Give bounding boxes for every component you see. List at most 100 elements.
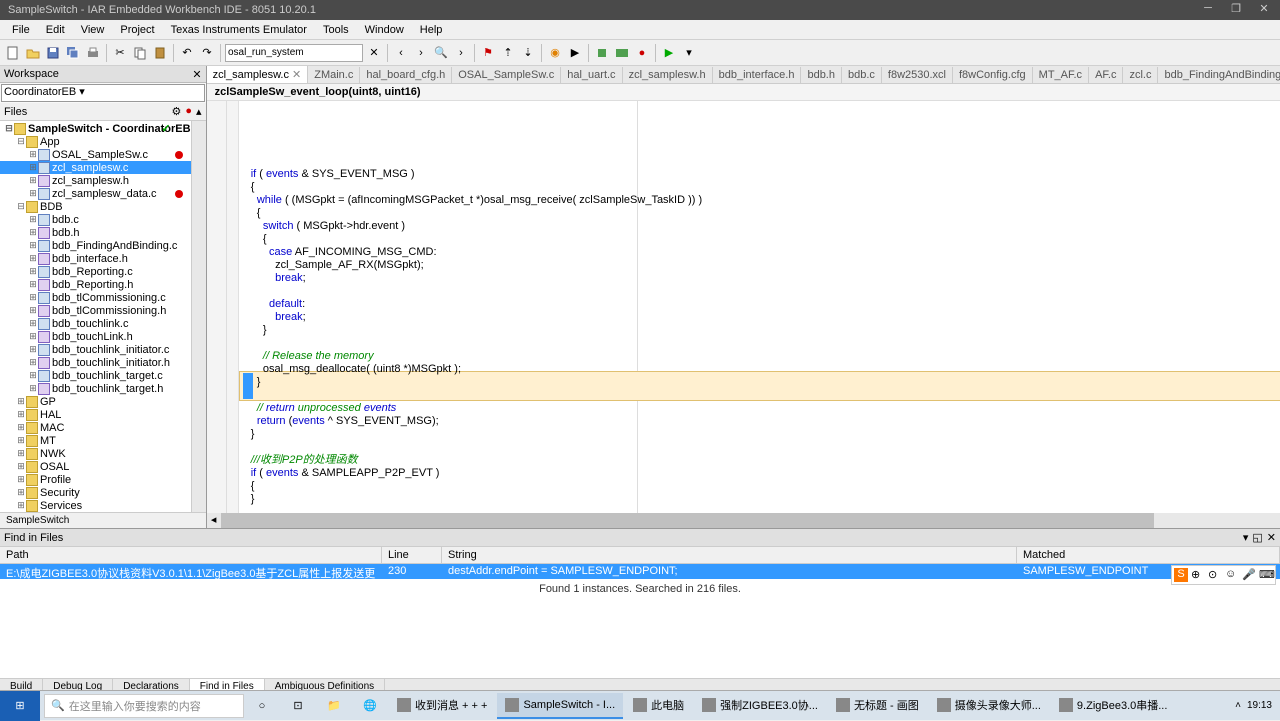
taskbar-item[interactable]: 强制ZIGBEE3.0协... [694, 693, 826, 719]
goto-icon[interactable]: ▶ [566, 44, 584, 62]
save-icon[interactable] [44, 44, 62, 62]
close-button[interactable]: ✕ [1256, 2, 1272, 18]
tree-node-zcl_samplesw-c[interactable]: ⊞zcl_samplesw.c [0, 161, 191, 174]
stop-build-icon[interactable]: ● [633, 44, 651, 62]
cortana-icon[interactable]: ○ [244, 691, 280, 721]
tree-node-Services[interactable]: ⊞Services [0, 499, 191, 512]
file-tab[interactable]: bdb.h [801, 67, 842, 83]
tree-node-bdb_Reporting-h[interactable]: ⊞bdb_Reporting.h [0, 278, 191, 291]
bookmark-prev-icon[interactable]: ⇡ [499, 44, 517, 62]
tab-close-icon[interactable]: ✕ [292, 69, 301, 81]
minimize-button[interactable]: ─ [1200, 2, 1216, 18]
compile-icon[interactable] [593, 44, 611, 62]
nav-forward-icon[interactable]: › [412, 44, 430, 62]
tree-node-bdb_touchLink-h[interactable]: ⊞bdb_touchLink.h [0, 330, 191, 343]
file-tab[interactable]: f8wConfig.cfg [953, 67, 1033, 83]
config-combo[interactable]: CoordinatorEB ▾ [1, 84, 205, 102]
tree-node-bdb_tlCommissioning-h[interactable]: ⊞bdb_tlCommissioning.h [0, 304, 191, 317]
red-dot-icon[interactable]: ● [185, 105, 192, 118]
tool-icon-1[interactable]: ⊕ [1191, 568, 1205, 582]
menu-file[interactable]: File [4, 22, 38, 38]
menu-tools[interactable]: Tools [315, 22, 357, 38]
file-tab[interactable]: zcl_samplesw.h [623, 67, 713, 83]
system-tray[interactable]: ˄ 19:13 [1235, 700, 1280, 711]
undo-icon[interactable]: ↶ [178, 44, 196, 62]
tray-time[interactable]: 19:13 [1247, 700, 1272, 711]
taskbar-item[interactable]: 9.ZigBee3.0串播... [1051, 693, 1176, 719]
tree-node-zcl_samplesw_data-c[interactable]: ⊞zcl_samplesw_data.c [0, 187, 191, 200]
find-restore-icon[interactable]: ◱ [1252, 531, 1262, 544]
fold-gutter[interactable] [227, 101, 239, 513]
nav-back-icon[interactable]: ‹ [392, 44, 410, 62]
tree-node-bdb_FindingAndBinding-c[interactable]: ⊞bdb_FindingAndBinding.c [0, 239, 191, 252]
menu-help[interactable]: Help [412, 22, 451, 38]
tree-node-HAL[interactable]: ⊞HAL [0, 408, 191, 421]
menu-edit[interactable]: Edit [38, 22, 73, 38]
explorer-icon[interactable]: 📁 [316, 691, 352, 721]
tree-node-Profile[interactable]: ⊞Profile [0, 473, 191, 486]
col-string[interactable]: String [442, 547, 1017, 563]
tree-node-bdb_Reporting-c[interactable]: ⊞bdb_Reporting.c [0, 265, 191, 278]
file-tab[interactable]: AF.c [1089, 67, 1123, 83]
menu-emulator[interactable]: Texas Instruments Emulator [163, 22, 315, 38]
bookmark-next-icon[interactable]: ⇣ [519, 44, 537, 62]
tree-node-OSAL_SampleSw-c[interactable]: ⊞OSAL_SampleSw.c [0, 148, 191, 161]
taskbar-search[interactable]: 🔍 在这里输入你要搜索的内容 [44, 694, 244, 718]
menu-project[interactable]: Project [112, 22, 162, 38]
function-combo[interactable] [225, 44, 363, 62]
tree-node-bdb_touchlink_initiator-c[interactable]: ⊞bdb_touchlink_initiator.c [0, 343, 191, 356]
file-tree[interactable]: ⊟SampleSwitch - CoordinatorEB✓⊟App⊞OSAL_… [0, 121, 191, 512]
file-tab[interactable]: MT_AF.c [1033, 67, 1089, 83]
tree-node-bdb_interface-h[interactable]: ⊞bdb_interface.h [0, 252, 191, 265]
code-editor[interactable]: if ( events & SYS_EVENT_MSG ) { while ( … [239, 101, 1280, 513]
sogou-icon[interactable]: S [1174, 568, 1188, 582]
tree-node-NWK[interactable]: ⊞NWK [0, 447, 191, 460]
tree-node-bdb_touchlink_target-h[interactable]: ⊞bdb_touchlink_target.h [0, 382, 191, 395]
tree-node-bdb-c[interactable]: ⊞bdb.c [0, 213, 191, 226]
menu-view[interactable]: View [73, 22, 113, 38]
browser-icon[interactable]: 🌐 [352, 691, 388, 721]
tree-node-MAC[interactable]: ⊞MAC [0, 421, 191, 434]
floating-toolbar[interactable]: S ⊕ ⊙ ☺ 🎤 ⌨ [1171, 565, 1276, 585]
file-tab[interactable]: OSAL_SampleSw.c [452, 67, 561, 83]
tree-node-bdb_touchlink_initiator-h[interactable]: ⊞bdb_touchlink_initiator.h [0, 356, 191, 369]
find-next-icon[interactable]: › [452, 44, 470, 62]
taskbar-item[interactable]: SampleSwitch - I... [497, 693, 623, 719]
close-combo-icon[interactable]: ✕ [365, 44, 383, 62]
tool-icon-4[interactable]: 🎤 [1242, 568, 1256, 582]
tree-scrollbar[interactable] [191, 121, 206, 512]
make-icon[interactable] [613, 44, 631, 62]
col-path[interactable]: Path [0, 547, 382, 563]
tree-node-SampleSwitch---CoordinatorEB[interactable]: ⊟SampleSwitch - CoordinatorEB✓ [0, 122, 191, 135]
break-icon[interactable]: ◉ [546, 44, 564, 62]
find-result-row[interactable]: E:\成电ZIGBEE3.0协议栈资料V3.0.1\1.1\ZigBee3.0基… [0, 564, 1280, 579]
paste-icon[interactable] [151, 44, 169, 62]
tree-node-bdb-h[interactable]: ⊞bdb.h [0, 226, 191, 239]
tray-expand-icon[interactable]: ˄ [1235, 700, 1241, 711]
open-icon[interactable] [24, 44, 42, 62]
menu-window[interactable]: Window [357, 22, 412, 38]
find-icon[interactable]: 🔍 [432, 44, 450, 62]
editor-hscrollbar[interactable]: ◂ ▸ ▸ [207, 513, 1280, 528]
file-tab[interactable]: hal_uart.c [561, 67, 622, 83]
find-close-icon[interactable]: ✕ [1267, 531, 1276, 544]
col-matched[interactable]: Matched [1017, 547, 1280, 563]
workspace-close-icon[interactable]: ✕ [192, 68, 201, 81]
tree-node-bdb_tlCommissioning-c[interactable]: ⊞bdb_tlCommissioning.c [0, 291, 191, 304]
tree-node-bdb_touchlink-c[interactable]: ⊞bdb_touchlink.c [0, 317, 191, 330]
find-min-icon[interactable]: ▾ [1243, 531, 1249, 544]
file-tab[interactable]: ZMain.c [308, 67, 360, 83]
file-tab[interactable]: bdb_FindingAndBinding.c [1158, 67, 1280, 83]
debug-dropdown-icon[interactable]: ▾ [680, 44, 698, 62]
start-button[interactable]: ⊞ [0, 691, 40, 721]
tree-node-bdb_touchlink_target-c[interactable]: ⊞bdb_touchlink_target.c [0, 369, 191, 382]
tool-icon-3[interactable]: ☺ [1225, 568, 1239, 582]
save-all-icon[interactable] [64, 44, 82, 62]
taskview-icon[interactable]: ⊡ [280, 691, 316, 721]
tree-node-OSAL[interactable]: ⊞OSAL [0, 460, 191, 473]
tool-icon-2[interactable]: ⊙ [1208, 568, 1222, 582]
tree-node-MT[interactable]: ⊞MT [0, 434, 191, 447]
breadcrumb[interactable]: zclSampleSw_event_loop(uint8, uint16) [207, 84, 1280, 101]
cut-icon[interactable]: ✂ [111, 44, 129, 62]
file-tab[interactable]: zcl.c [1123, 67, 1158, 83]
